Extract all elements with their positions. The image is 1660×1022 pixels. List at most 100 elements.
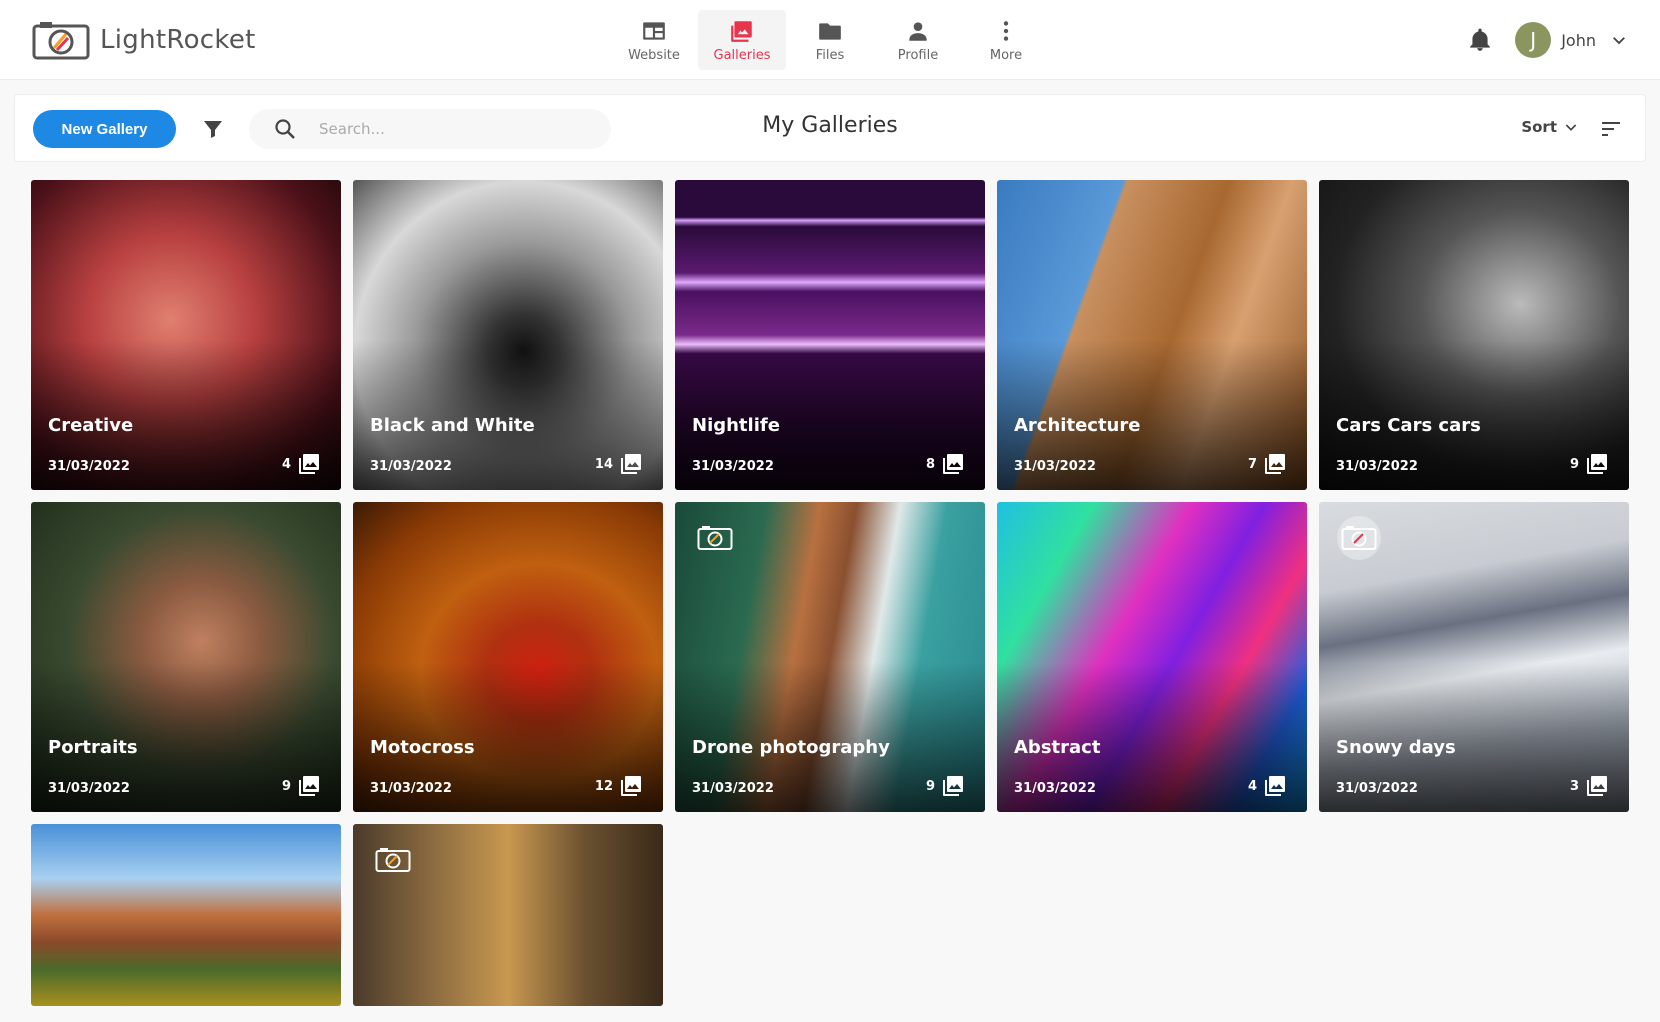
gallery-title: Architecture — [1014, 415, 1141, 436]
gallery-count-value: 8 — [925, 456, 935, 472]
nav-website-label: Website — [628, 47, 680, 63]
gallery-date: 31/03/2022 — [1014, 459, 1096, 474]
gallery-date: 31/03/2022 — [48, 781, 130, 796]
gallery-date: 31/03/2022 — [692, 459, 774, 474]
photo-icon — [1587, 776, 1607, 796]
photo-icon — [943, 776, 963, 796]
gallery-count-value: 12 — [594, 778, 613, 794]
gallery-card-motocross[interactable]: Motocross 31/03/2022 12 — [353, 502, 663, 812]
gallery-date: 31/03/2022 — [370, 459, 452, 474]
gallery-cover-image — [31, 824, 341, 1006]
gallery-count: 12 — [595, 774, 643, 798]
sort-order-icon[interactable] — [1599, 117, 1623, 141]
photo-icon — [1265, 454, 1285, 474]
camera-logo-icon — [1341, 526, 1377, 550]
website-icon — [643, 21, 665, 40]
lightrocket-logo-icon — [32, 22, 90, 60]
galleries-icon — [731, 20, 752, 42]
gallery-card-snowy-days[interactable]: Snowy days 31/03/2022 3 — [1319, 502, 1629, 812]
photo-icon — [1265, 776, 1285, 796]
gallery-count: 9 — [926, 774, 965, 798]
nav-more-label: More — [989, 47, 1023, 63]
gallery-count-value: 4 — [1247, 778, 1257, 794]
gallery-count-value: 9 — [1569, 456, 1579, 472]
gallery-card-cars[interactable]: Cars Cars cars 31/03/2022 9 — [1319, 180, 1629, 490]
folder-icon — [819, 22, 841, 40]
main-nav: Website Galleries Files Profile More — [610, 10, 1050, 70]
gallery-card-black-and-white[interactable]: Black and White 31/03/2022 14 — [353, 180, 663, 490]
photo-icon — [943, 454, 963, 474]
nav-galleries[interactable]: Galleries — [698, 10, 786, 70]
gallery-count: 9 — [1570, 452, 1609, 476]
gallery-title: Cars Cars cars — [1336, 415, 1481, 436]
search-input[interactable] — [319, 120, 559, 138]
gallery-title: Portraits — [48, 737, 138, 758]
top-navigation-bar: LightRocket Website Galleries Files Prof… — [0, 0, 1660, 80]
lightrocket-logo[interactable]: LightRocket — [32, 18, 256, 62]
gallery-count-value: 9 — [281, 778, 291, 794]
gallery-title: Abstract — [1014, 737, 1101, 758]
gallery-count-value: 7 — [1247, 456, 1257, 472]
photo-icon — [621, 776, 641, 796]
gallery-title: Motocross — [370, 737, 475, 758]
gallery-card-portraits[interactable]: Portraits 31/03/2022 9 — [31, 502, 341, 812]
user-area: J John — [1467, 22, 1628, 58]
more-vertical-icon — [1003, 20, 1009, 41]
gallery-count: 3 — [1570, 774, 1609, 798]
search-icon — [275, 119, 295, 139]
photo-icon — [299, 454, 319, 474]
sort-dropdown[interactable]: Sort — [1521, 118, 1579, 136]
photo-icon — [299, 776, 319, 796]
gallery-date: 31/03/2022 — [1336, 781, 1418, 796]
user-name[interactable]: John — [1561, 31, 1596, 50]
nav-profile-label: Profile — [897, 47, 939, 63]
gallery-date: 31/03/2022 — [1014, 781, 1096, 796]
gallery-date: 31/03/2022 — [48, 459, 130, 474]
nav-files-label: Files — [815, 47, 845, 63]
lightrocket-badge — [693, 516, 737, 560]
gallery-count: 4 — [282, 452, 321, 476]
camera-logo-icon — [697, 526, 733, 550]
chevron-down-icon[interactable] — [1610, 31, 1628, 49]
lightrocket-badge — [1337, 516, 1381, 560]
search-box — [249, 109, 611, 149]
gallery-card-drone-photography[interactable]: Drone photography 31/03/2022 9 — [675, 502, 985, 812]
gallery-title: Black and White — [370, 415, 535, 436]
photo-icon — [621, 454, 641, 474]
gallery-date: 31/03/2022 — [1336, 459, 1418, 474]
nav-files[interactable]: Files — [786, 10, 874, 70]
gallery-card-architecture[interactable]: Architecture 31/03/2022 7 — [997, 180, 1307, 490]
new-gallery-button[interactable]: New Gallery — [33, 110, 176, 148]
gallery-card-street[interactable] — [353, 824, 663, 1006]
gallery-title: Snowy days — [1336, 737, 1456, 758]
gallery-count-value: 4 — [281, 456, 291, 472]
gallery-card-nightlife[interactable]: Nightlife 31/03/2022 8 — [675, 180, 985, 490]
gallery-count-value: 3 — [1569, 778, 1579, 794]
gallery-count: 7 — [1248, 452, 1287, 476]
gallery-card-creative[interactable]: Creative 31/03/2022 4 — [31, 180, 341, 490]
gallery-card-abstract[interactable]: Abstract 31/03/2022 4 — [997, 502, 1307, 812]
gallery-title: Drone photography — [692, 737, 890, 758]
photo-icon — [1587, 454, 1607, 474]
gallery-count-value: 9 — [925, 778, 935, 794]
gallery-count: 14 — [595, 452, 643, 476]
nav-profile[interactable]: Profile — [874, 10, 962, 70]
gallery-title: Nightlife — [692, 415, 780, 436]
gallery-title: Creative — [48, 415, 134, 436]
nav-more[interactable]: More — [962, 10, 1050, 70]
nav-website[interactable]: Website — [610, 10, 698, 70]
camera-logo-icon — [375, 848, 411, 872]
nav-galleries-label: Galleries — [713, 47, 771, 63]
gallery-date: 31/03/2022 — [370, 781, 452, 796]
app-name: LightRocket — [100, 25, 256, 55]
sort-label: Sort — [1521, 118, 1557, 136]
gallery-count: 9 — [282, 774, 321, 798]
gallery-count: 4 — [1248, 774, 1287, 798]
gallery-date: 31/03/2022 — [692, 781, 774, 796]
gallery-card-mountains[interactable] — [31, 824, 341, 1006]
avatar[interactable]: J — [1515, 22, 1552, 58]
person-icon — [909, 21, 927, 41]
galleries-toolbar: My Galleries New Gallery Sort — [14, 94, 1646, 162]
bell-icon[interactable] — [1467, 27, 1493, 53]
filter-icon[interactable] — [201, 117, 225, 141]
